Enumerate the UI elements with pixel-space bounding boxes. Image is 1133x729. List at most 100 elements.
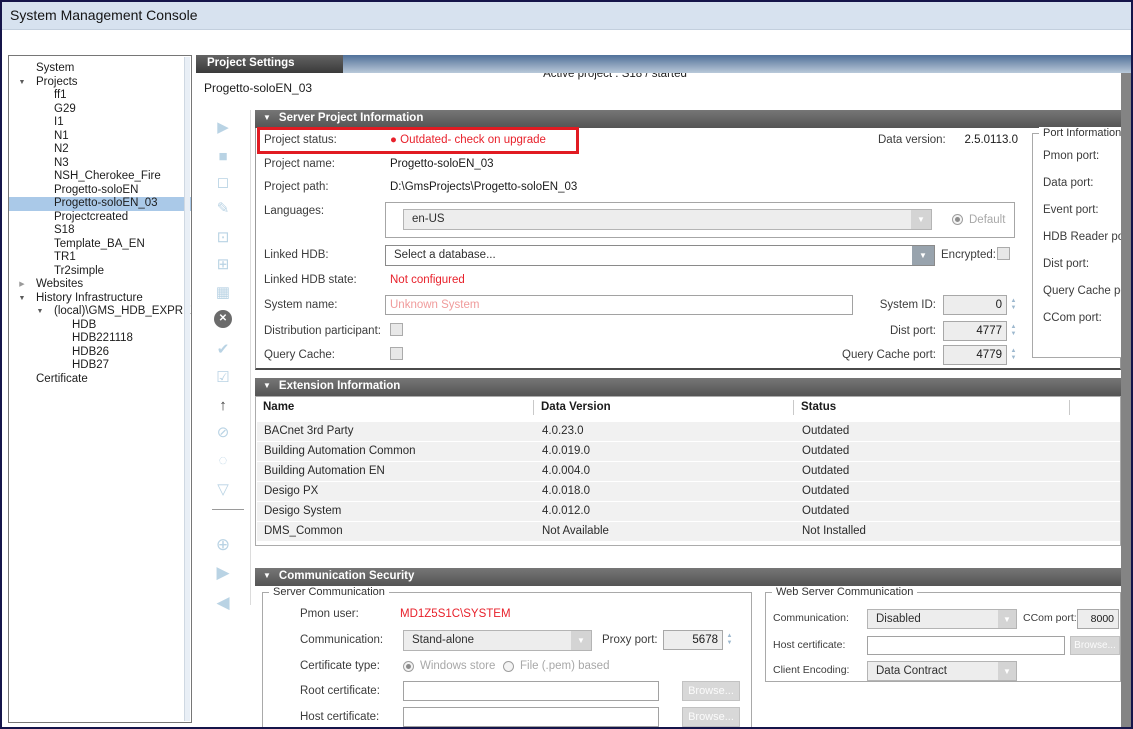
tree-item-projects[interactable]: ▼Projects [9,76,191,90]
save-icon[interactable]: ▦ [212,282,234,304]
add-icon[interactable]: ⊕ [212,534,234,556]
tree-item-i1[interactable]: I1 [9,116,191,130]
proxy-port-spinner[interactable]: ▲▼ [724,630,735,650]
system-id-spinner[interactable]: ▲▼ [1008,295,1019,315]
tree-item-hdb27[interactable]: HDB27 [9,359,191,373]
validate-network-icon[interactable]: ☑ [212,367,234,389]
chevron-down-icon[interactable]: ▼ [912,246,934,265]
extension-row-desigo-px[interactable]: Desigo PX4.0.018.0Outdated [257,482,1120,501]
extension-row-building-automation-en[interactable]: Building Automation EN4.0.004.0Outdated [257,462,1120,481]
system-id-input[interactable]: 0 [943,295,1007,315]
linked-hdb-dropdown[interactable]: Select a database... ▼ [385,245,935,266]
query-cache-checkbox[interactable] [390,347,403,360]
web-host-certificate-browse-button[interactable]: Browse... [1070,636,1120,655]
extension-row-bacnet-3rd-party[interactable]: BACnet 3rd Party4.0.23.0Outdated [257,422,1120,441]
encrypted-checkbox[interactable] [997,247,1010,260]
extension-cell-status: Outdated [802,425,849,437]
edit-display-icon[interactable]: ⊡ [212,227,234,249]
ccom-port-input[interactable]: 8000 [1077,609,1119,629]
expander-expanded-icon[interactable]: ▼ [15,76,29,90]
column-header-status[interactable]: Status [801,401,836,413]
web-communication-dropdown[interactable]: Disabled ▼ [867,609,1017,629]
section-header-extension-information[interactable]: ▼Extension Information [255,378,1121,396]
web-host-certificate-input[interactable] [867,636,1065,655]
tree-scrollbar[interactable] [184,57,190,721]
chevron-down-icon[interactable]: ▼ [911,210,931,229]
tree-item-nsh-cherokee-fire[interactable]: NSH_Cherokee_Fire [9,170,191,184]
languages-dropdown[interactable]: en-US ▼ [403,209,932,230]
forward-icon[interactable]: ▶ [212,562,234,584]
system-name-input[interactable] [385,295,853,315]
tree-item-n1[interactable]: N1 [9,130,191,144]
new-project-icon[interactable]: ◻ [212,172,234,194]
title-bar[interactable]: System Management Console [0,0,1133,30]
expander-collapsed-icon[interactable]: ▶ [15,278,29,292]
tree-item-template-ba-en[interactable]: Template_BA_EN [9,238,191,252]
root-certificate-input[interactable] [403,681,659,701]
tree-item-history-infrastructure[interactable]: ▼History Infrastructure [9,292,191,306]
tree-item-hdb221118[interactable]: HDB221118 [9,332,191,346]
collapse-triangle-icon[interactable]: ▼ [263,381,271,390]
chevron-down-icon[interactable]: ▼ [998,662,1016,680]
tree-item-n2[interactable]: N2 [9,143,191,157]
edit-project-icon[interactable]: ✎ [212,198,234,220]
section-header-communication-security[interactable]: ▼Communication Security [255,568,1121,586]
default-language-radio[interactable] [952,214,963,225]
windows-store-radio[interactable] [403,661,414,672]
client-encoding-dropdown[interactable]: Data Contract ▼ [867,661,1017,681]
tree-item-ff1[interactable]: ff1 [9,89,191,103]
dist-port-input[interactable]: 4777 [943,321,1007,341]
tree-item-s18[interactable]: S18 [9,224,191,238]
distribution-participant-checkbox[interactable] [390,323,403,336]
chevron-down-icon[interactable]: ▼ [571,631,591,650]
history-off-icon[interactable]: ◌ [212,450,234,472]
tree-item-n3[interactable]: N3 [9,157,191,171]
host-certificate-browse-button[interactable]: Browse... [682,707,740,727]
chevron-down-icon[interactable]: ▼ [998,610,1016,628]
tree-item-progetto-soloen[interactable]: Progetto-soloEN [9,184,191,198]
host-certificate-input[interactable] [403,707,659,727]
collapse-triangle-icon[interactable]: ▼ [263,113,271,122]
tree-item-tr2simple[interactable]: Tr2simple [9,265,191,279]
extension-row-dms-common[interactable]: DMS_CommonNot AvailableNot Installed [257,522,1120,541]
dist-port-spinner[interactable]: ▲▼ [1008,321,1019,341]
cancel-icon[interactable]: ✕ [214,310,232,328]
tree-item-projectcreated[interactable]: Projectcreated [9,211,191,225]
collapse-triangle-icon[interactable]: ▼ [263,571,271,580]
root-certificate-browse-button[interactable]: Browse... [682,681,740,701]
validate-settings-icon[interactable]: ✔ [212,339,234,361]
upgrade-project-icon[interactable]: ↑ [212,395,234,417]
tree-item-label: Tr2simple [9,265,104,277]
expander-expanded-icon[interactable]: ▼ [15,292,29,306]
expander-expanded-icon[interactable]: ▼ [33,305,47,319]
tab-project-settings[interactable]: Project Settings [196,55,343,73]
tree-item-hdb[interactable]: HDB [9,319,191,333]
clear-filter-icon[interactable]: ▽ [212,479,234,501]
column-header-version[interactable]: Data Version [541,401,611,413]
extension-cell-version: 4.0.018.0 [542,485,590,497]
tree-item-tr1[interactable]: TR1 [9,251,191,265]
start-project-icon[interactable]: ▶ [212,117,234,139]
tree-item-progetto-soloen-03[interactable]: Progetto-soloEN_03 [9,197,191,211]
tree-item-websites[interactable]: ▶Websites [9,278,191,292]
query-cache-port-spinner[interactable]: ▲▼ [1008,345,1019,365]
proxy-port-input[interactable]: 5678 [663,630,723,650]
stop-project-icon[interactable]: ■ [212,146,234,168]
column-header-name[interactable]: Name [263,401,294,413]
file-pem-radio[interactable] [503,661,514,672]
update-network-icon[interactable]: ⊞ [212,254,234,276]
port-label-data-port-: Data port: [1043,177,1094,189]
back-icon[interactable]: ◀ [212,592,234,614]
tree-item-hdb26[interactable]: HDB26 [9,346,191,360]
tree-item-g29[interactable]: G29 [9,103,191,117]
tree-item-system[interactable]: System [9,62,191,76]
tree-item-certificate[interactable]: Certificate [9,373,191,387]
alarm-off-icon[interactable]: ⊘ [212,422,234,444]
server-communication-dropdown[interactable]: Stand-alone ▼ [403,630,592,651]
system-id-label: System ID: [860,299,936,311]
query-cache-port-input[interactable]: 4779 [943,345,1007,365]
extension-row-desigo-system[interactable]: Desigo System4.0.012.0Outdated [257,502,1120,521]
section-header-server-project-information[interactable]: ▼Server Project Information [255,110,1121,128]
extension-row-building-automation-common[interactable]: Building Automation Common4.0.019.0Outda… [257,442,1120,461]
tree-item--local-gms-hdb-express[interactable]: ▼(local)\GMS_HDB_EXPRESS [9,305,191,319]
